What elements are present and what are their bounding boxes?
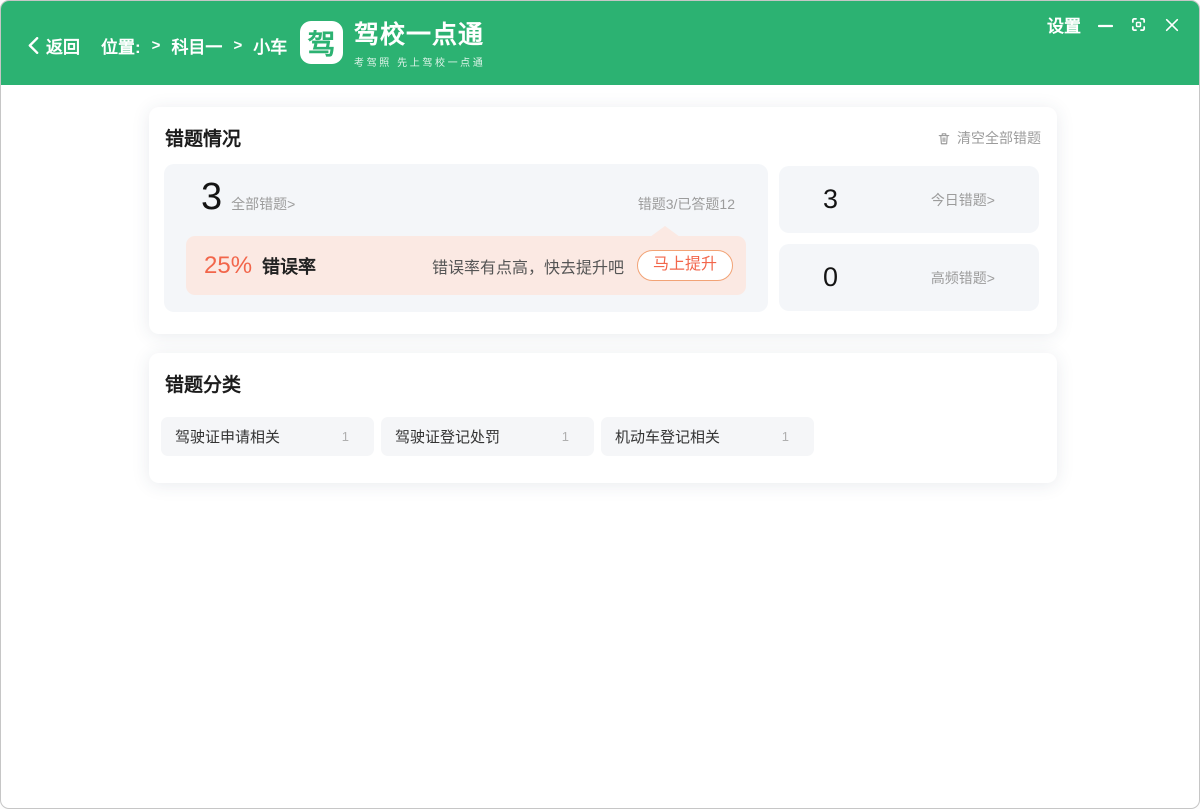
answered-stats: 错题3/已答题12 [638,194,735,214]
maximize-icon [1130,16,1147,33]
frequent-label: 高频错题> [931,268,995,288]
error-rate-label: 错误率 [262,253,316,279]
category-chip[interactable]: 驾驶证申请相关 1 [161,417,374,456]
category-count: 1 [562,429,569,444]
error-rate-banner: 25% 错误率 错误率有点高，快去提升吧 马上提升 [186,236,746,295]
logo-character: 驾 [307,23,335,63]
minimize-button[interactable] [1098,17,1113,33]
frequent-wrong-card[interactable]: 0 高频错题> [779,244,1039,311]
window-controls: 设置 [1047,12,1180,37]
breadcrumb-separator: > [152,37,161,54]
total-panel: 3 全部错题> 错题3/已答题12 25% 错误率 错误率有点高，快去提升吧 马… [164,164,768,312]
maximize-button[interactable] [1130,16,1147,33]
category-label: 驾驶证登记处罚 [395,426,500,447]
categories-card-title: 错题分类 [165,370,241,397]
error-rate-value: 25% [204,252,252,280]
category-chip[interactable]: 驾驶证登记处罚 1 [381,417,594,456]
side-stats-column: 3 今日错题> 0 高频错题> [779,166,1039,322]
app-logo: 驾 驾校一点通 考驾照 先上驾校一点通 [300,21,485,69]
categories-card: 错题分类 驾驶证申请相关 1 驾驶证登记处罚 1 机动车登记相关 1 [149,353,1057,483]
banner-pointer-triangle [650,226,680,237]
today-count: 3 [823,184,838,215]
close-icon [1164,17,1180,33]
summary-card-title: 错题情况 [165,124,241,151]
total-count: 3 [201,174,222,222]
close-button[interactable] [1164,17,1180,33]
clear-all-button[interactable]: 清空全部错题 [937,128,1041,148]
app-window: 返回 位置: > 科目一 > 小车 驾 驾校一点通 考驾照 先上驾校一点通 设置 [0,0,1200,809]
today-label: 今日错题> [931,190,995,210]
frequent-count: 0 [823,262,838,293]
settings-button[interactable]: 设置 [1047,12,1081,37]
all-wrong-questions-link[interactable]: 全部错题> [231,194,295,214]
trash-icon [937,131,951,146]
category-chip-row: 驾驶证申请相关 1 驾驶证登记处罚 1 机动车登记相关 1 [161,417,814,456]
titlebar: 返回 位置: > 科目一 > 小车 驾 驾校一点通 考驾照 先上驾校一点通 设置 [1,1,1199,85]
error-rate-message: 错误率有点高，快去提升吧 [432,254,624,278]
category-count: 1 [782,429,789,444]
logo-text: 驾校一点通 考驾照 先上驾校一点通 [354,21,485,69]
wrong-questions-summary-card: 错题情况 清空全部错题 3 全部错题> 错题3/已答题12 25% 错误率 错误… [149,107,1057,334]
logo-icon: 驾 [300,21,343,64]
app-subtitle: 考驾照 先上驾校一点通 [354,54,485,69]
breadcrumb-separator: > [233,37,242,54]
improve-now-button[interactable]: 马上提升 [637,250,733,281]
total-row: 3 全部错题> 错题3/已答题12 [201,174,735,222]
breadcrumb-item-vehicle[interactable]: 小车 [253,33,287,58]
category-label: 机动车登记相关 [615,426,720,447]
category-label: 驾驶证申请相关 [175,426,280,447]
minimize-icon [1098,17,1113,33]
breadcrumb: 位置: > 科目一 > 小车 [101,33,287,58]
back-label: 返回 [46,33,80,58]
breadcrumb-location-label: 位置: [101,33,141,58]
clear-all-label: 清空全部错题 [957,128,1041,148]
category-count: 1 [342,429,349,444]
app-title: 驾校一点通 [354,21,485,50]
breadcrumb-item-subject[interactable]: 科目一 [171,33,222,58]
back-button[interactable]: 返回 [28,33,80,58]
today-wrong-card[interactable]: 3 今日错题> [779,166,1039,233]
category-chip[interactable]: 机动车登记相关 1 [601,417,814,456]
back-chevron-icon [28,37,39,54]
